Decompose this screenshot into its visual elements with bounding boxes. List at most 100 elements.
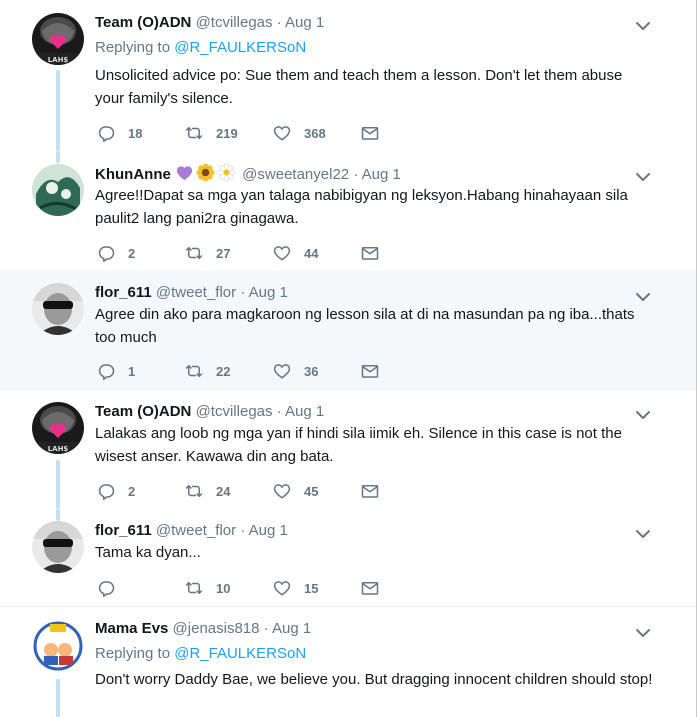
display-name[interactable]: flor_611 [95,522,152,539]
retweet-icon [185,362,203,380]
retweet-button[interactable]: 10 [185,578,230,598]
retweet-button[interactable]: 219 [185,123,238,143]
like-button[interactable]: 15 [273,578,318,598]
tweet-header: flor_611 @tweet_flor · Aug 1 [95,283,288,303]
tweet[interactable]: flor_611 @tweet_flor · Aug 1 Agree din a… [0,270,696,390]
chevron-down-icon[interactable] [636,526,650,536]
chevron-down-icon[interactable] [636,169,650,179]
reply-button[interactable]: 2 [97,481,135,501]
like-count: 44 [304,245,319,261]
timestamp[interactable]: Aug 1 [285,403,324,420]
like-button[interactable]: 45 [273,481,318,501]
message-button[interactable] [361,578,379,598]
message-button[interactable] [361,243,379,263]
message-icon [361,244,379,262]
timestamp[interactable]: Aug 1 [249,284,288,301]
username[interactable]: @tcvillegas [196,14,273,31]
chevron-down-icon[interactable] [636,289,650,299]
message-button[interactable] [361,361,379,381]
chevron-down-icon[interactable] [636,18,650,28]
tweet-header: KhunAnne @sweetanyel22 · Aug 1 [95,163,401,185]
tweet[interactable]: KhunAnne @sweetanyel22 · Aug 1 Agree!!Da… [0,151,696,270]
chevron-down-icon[interactable] [636,407,650,417]
avatar[interactable] [32,283,84,335]
tweet[interactable]: Team (O)ADN @tcvillegas · Aug 1 Replying… [0,0,696,151]
tweet[interactable]: Mama Evs @jenasis818 · Aug 1 Replying to… [0,607,696,717]
avatar[interactable] [32,13,84,65]
replying-to-label: Replying to [95,645,171,662]
timestamp[interactable]: Aug 1 [362,166,401,183]
avatar[interactable] [32,620,84,672]
message-button[interactable] [361,481,379,501]
like-button[interactable]: 368 [273,123,326,143]
tweet-header: Team (O)ADN @tcvillegas · Aug 1 [95,13,324,33]
reply-icon [97,124,115,142]
tweet-text: Unsolicited advice po: Sue them and teac… [95,67,623,107]
tweet[interactable]: flor_611 @tweet_flor · Aug 1 Tama ka dya… [0,509,696,606]
replying-to: Replying to @R_FAULKERSoN [95,644,306,664]
username[interactable]: @sweetanyel22 [242,166,349,183]
retweet-icon [185,579,203,597]
retweet-icon [185,482,203,500]
separator-dot: · [353,166,359,183]
like-button[interactable]: 36 [273,361,318,381]
like-count: 36 [304,363,319,379]
timestamp[interactable]: Aug 1 [272,620,311,637]
avatar[interactable] [32,402,84,454]
like-button[interactable]: 44 [273,243,318,263]
reply-button[interactable]: 1 [97,361,135,381]
avatar[interactable] [32,164,84,216]
reply-button[interactable] [97,578,115,598]
tweet-text: Tama ka dyan... [95,544,201,561]
thread-line [56,70,60,151]
timestamp[interactable]: Aug 1 [285,14,324,31]
reply-count: 2 [128,245,136,261]
retweet-button[interactable]: 22 [185,361,230,381]
reply-count: 2 [128,483,136,499]
reply-icon [97,362,115,380]
like-icon [273,362,291,380]
tweet-header: flor_611 @tweet_flor · Aug 1 [95,521,288,541]
display-name[interactable]: Mama Evs [95,620,168,637]
like-icon [273,579,291,597]
timestamp[interactable]: Aug 1 [249,522,288,539]
chevron-down-icon[interactable] [636,625,650,635]
username[interactable]: @tcvillegas [196,403,273,420]
username[interactable]: @jenasis818 [173,620,260,637]
reply-count: 1 [128,363,136,379]
retweet-icon [185,244,203,262]
replying-to-user-link[interactable]: @R_FAULKERSoN [174,645,306,662]
replying-to: Replying to @R_FAULKERSoN [95,38,306,58]
separator-dot: · [263,620,269,637]
avatar[interactable] [32,521,84,573]
message-button[interactable] [361,123,379,143]
daisy-icon [217,163,236,182]
display-name[interactable]: KhunAnne [95,166,171,183]
tweet-text: Lalakas ang loob ng mga yan if hindi sil… [95,425,622,465]
username[interactable]: @tweet_flor [156,522,236,539]
thread-line [56,509,60,521]
display-name[interactable]: flor_611 [95,284,152,301]
retweet-button[interactable]: 27 [185,243,230,263]
retweet-count: 22 [216,363,231,379]
retweet-count: 27 [216,245,231,261]
reply-button[interactable]: 18 [97,123,142,143]
thread-line [56,460,60,509]
replying-to-user-link[interactable]: @R_FAULKERSoN [174,39,306,56]
replying-to-label: Replying to [95,39,171,56]
message-icon [361,579,379,597]
reply-button[interactable]: 2 [97,243,135,263]
like-count: 368 [304,125,326,141]
display-name[interactable]: Team (O)ADN [95,403,191,420]
display-name[interactable]: Team (O)ADN [95,14,191,31]
tweet-text: Agree!!Dapat sa mga yan talaga nabibigya… [95,187,628,227]
like-count: 45 [304,483,319,499]
tweet[interactable]: Team (O)ADN @tcvillegas · Aug 1 Lalakas … [0,390,696,509]
like-icon [273,482,291,500]
like-count: 15 [304,580,319,596]
retweet-button[interactable]: 24 [185,481,230,501]
username[interactable]: @tweet_flor [156,284,236,301]
sunflower-icon [196,163,215,182]
reply-icon [97,482,115,500]
thread-line [56,679,60,717]
